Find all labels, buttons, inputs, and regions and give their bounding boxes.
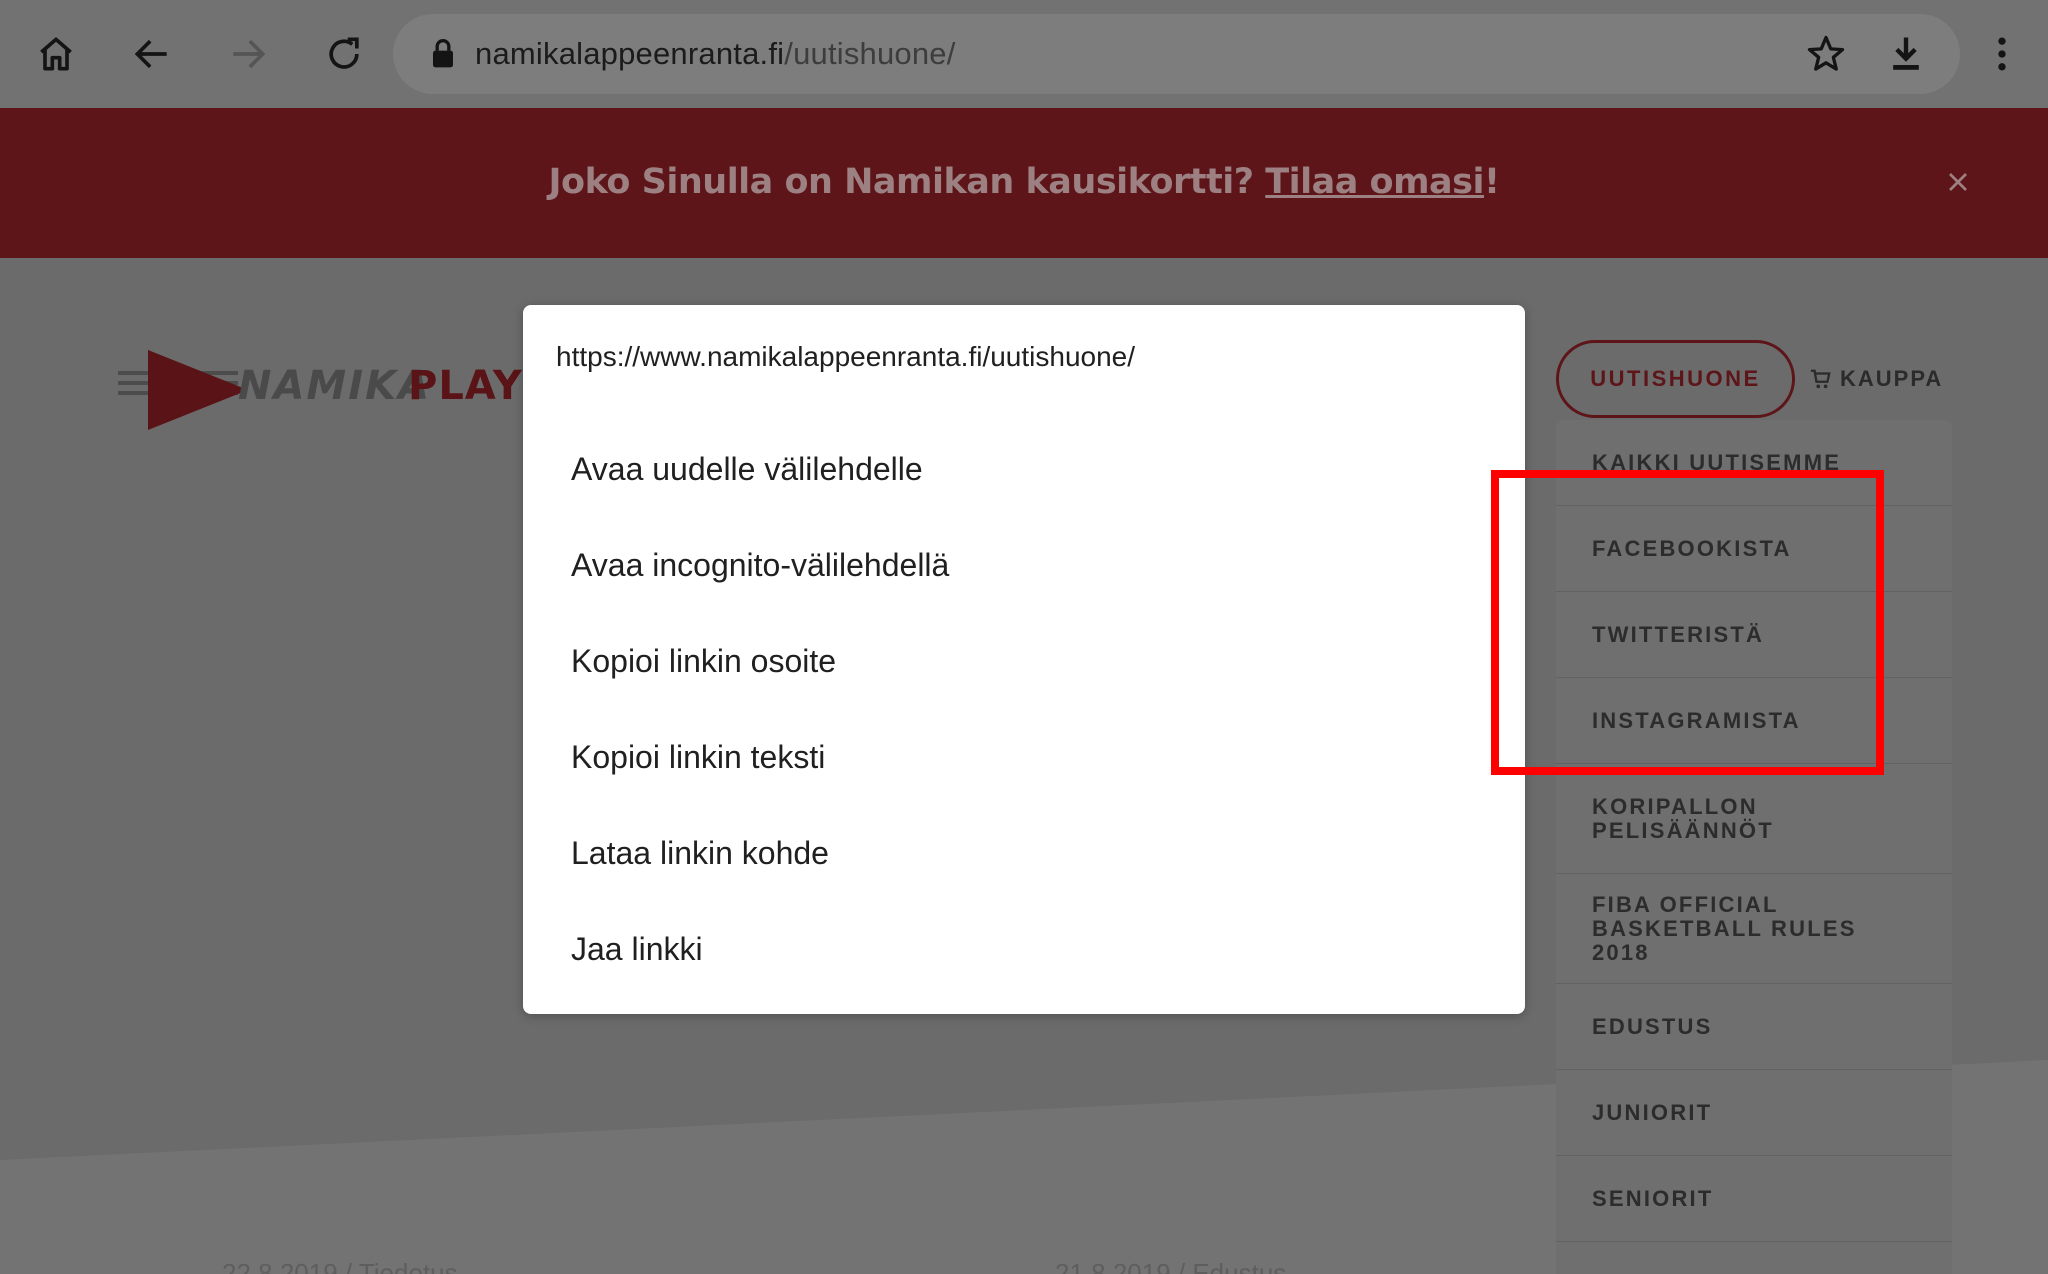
site-logo[interactable]: NAMIKA PLAYS (118, 345, 552, 435)
dropdown-item-juniorit[interactable]: JUNIORIT (1556, 1070, 1952, 1156)
dropdown-item-label: SENIORIT (1592, 1185, 1714, 1211)
banner-suffix: ! (1484, 162, 1500, 202)
close-icon[interactable] (1942, 166, 1974, 198)
nav-item-uutishuone[interactable]: UUTISHUONE (1556, 340, 1795, 418)
browser-toolbar: namikalappeenranta.fi/uutishuone/ (0, 0, 2048, 108)
dropdown-item-label: JUNIORIT (1592, 1099, 1713, 1125)
link-context-menu: https://www.namikalappeenranta.fi/uutish… (523, 305, 1525, 1014)
banner-link[interactable]: Tilaa omasi (1265, 162, 1484, 202)
dropdown-item-label: FIBA OFFICIAL BASKETBALL RULES 2018 (1592, 891, 1857, 965)
menu-item-open-new-tab[interactable]: Avaa uudelle välilehdelle (571, 451, 923, 488)
menu-item-copy-link-text[interactable]: Kopioi linkin teksti (571, 739, 825, 776)
nav-item-kauppa[interactable]: KAUPPA (1810, 366, 1943, 392)
star-icon[interactable] (1794, 22, 1858, 86)
banner-message: Joko Sinulla on Namikan kausikortti? Til… (0, 162, 2048, 202)
nav-shop-label: KAUPPA (1840, 366, 1944, 391)
post-meta-left: 22.8.2019 / Tiedotus (222, 1258, 458, 1274)
address-text: namikalappeenranta.fi/uutishuone/ (475, 32, 956, 76)
menu-item-copy-link-address[interactable]: Kopioi linkin osoite (571, 643, 836, 680)
dropdown-item-pelisaannot[interactable]: KORIPALLON PELISÄÄNNÖT (1556, 764, 1952, 874)
annotation-highlight-box (1491, 470, 1884, 775)
dropdown-item-label: KORIPALLON PELISÄÄNNÖT (1592, 793, 1774, 843)
cart-icon (1810, 369, 1831, 389)
dropdown-item-fiba-rules[interactable]: FIBA OFFICIAL BASKETBALL RULES 2018 (1556, 874, 1952, 984)
banner-text: Joko Sinulla on Namikan kausikortti? (548, 162, 1266, 202)
forward-icon[interactable] (216, 22, 280, 86)
home-icon[interactable] (24, 22, 88, 86)
url-path: /uutishuone/ (784, 36, 956, 71)
logo-arrow (148, 350, 248, 430)
logo-word-1: NAMIKA (238, 363, 432, 409)
reload-icon[interactable] (312, 22, 376, 86)
back-icon[interactable] (120, 22, 184, 86)
nav-active-label: UUTISHUONE (1590, 366, 1761, 391)
menu-item-download-link[interactable]: Lataa linkin kohde (571, 835, 829, 872)
context-menu-url: https://www.namikalappeenranta.fi/uutish… (556, 341, 1136, 372)
url-domain: namikalappeenranta.fi (475, 36, 785, 71)
menu-item-share-link[interactable]: Jaa linkki (571, 931, 703, 968)
dropdown-item-label: EDUSTUS (1592, 1013, 1713, 1039)
download-icon[interactable] (1874, 22, 1938, 86)
more-menu-icon[interactable] (1970, 22, 2034, 86)
post-meta-right: 21.8.2019 / Edustus (1055, 1258, 1287, 1274)
dropdown-item-edustus[interactable]: EDUSTUS (1556, 984, 1952, 1070)
address-bar[interactable]: namikalappeenranta.fi/uutishuone/ (393, 14, 1960, 94)
menu-item-open-incognito[interactable]: Avaa incognito-välilehdellä (571, 547, 949, 584)
dropdown-item-seniorit[interactable]: SENIORIT (1556, 1156, 1952, 1242)
lock-icon (433, 39, 453, 68)
announcement-banner: Joko Sinulla on Namikan kausikortti? Til… (0, 108, 2048, 258)
